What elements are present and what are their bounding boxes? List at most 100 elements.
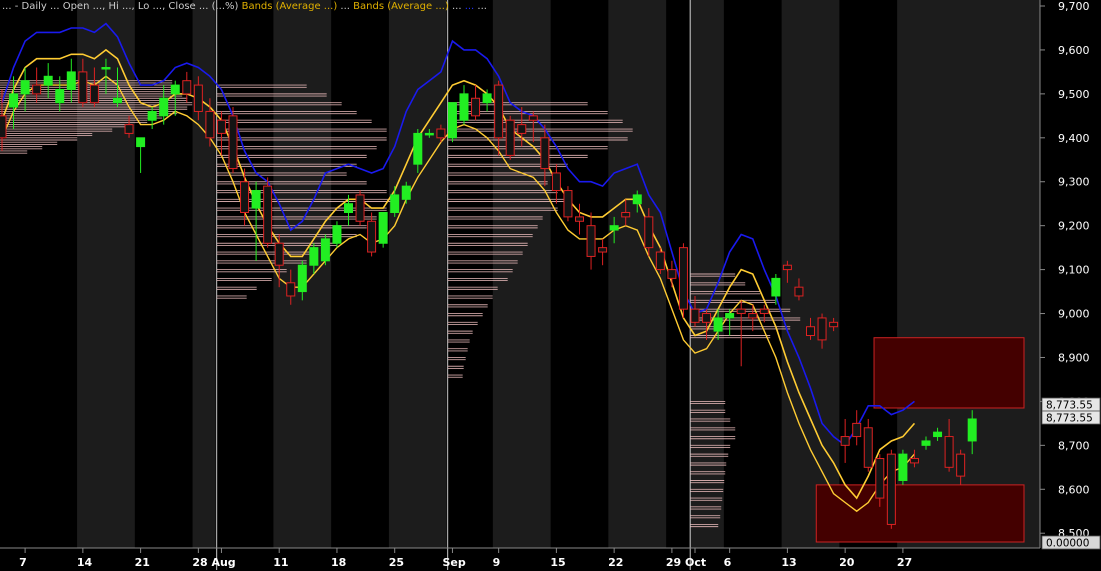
candle-body	[447, 102, 457, 139]
candle-body	[540, 137, 550, 170]
y-tick-label: 9,600	[1058, 44, 1090, 57]
candle-body	[909, 458, 919, 464]
candle-body	[309, 247, 319, 266]
x-tick-label: Oct	[685, 556, 706, 569]
x-tick-label: 18	[331, 556, 346, 569]
candle-body	[517, 124, 527, 134]
y-tick-label: 9,400	[1058, 132, 1090, 145]
x-tick-label: Aug	[211, 556, 235, 569]
candle-body	[113, 97, 122, 104]
candle-body	[101, 67, 111, 70]
candle-body	[193, 84, 203, 112]
candle-body	[806, 326, 815, 337]
candle-body	[124, 124, 134, 134]
candle-body	[367, 220, 377, 253]
candle-body	[967, 418, 977, 442]
price-chart[interactable]: 8,5008,6008,7008,8008,9009,0009,1009,200…	[0, 0, 1101, 571]
x-tick-label: Sep	[442, 556, 465, 569]
candle-body	[944, 436, 954, 468]
candle-body	[713, 317, 723, 332]
candle-body	[956, 453, 966, 477]
candle-body	[9, 93, 19, 108]
candle-body	[644, 216, 654, 249]
candle-body	[482, 93, 492, 104]
x-tick-label: 22	[608, 556, 623, 569]
candle-body	[575, 216, 584, 222]
x-tick-label: 15	[550, 556, 565, 569]
y-tick-label: 9,200	[1058, 220, 1090, 233]
highlight-box	[873, 337, 1025, 409]
candle-body	[216, 119, 226, 134]
candle-body	[263, 185, 273, 244]
header-segment: Bands (Average ...)	[353, 1, 452, 12]
candle-body	[667, 269, 677, 279]
candle-body	[759, 308, 769, 315]
candle-body	[274, 242, 284, 266]
y-tick-label: 9,700	[1058, 0, 1090, 13]
x-tick-label: 11	[273, 556, 288, 569]
candle-body	[89, 84, 99, 104]
candle-body	[136, 137, 146, 148]
candle-body	[852, 422, 862, 438]
header-segment: ... - Daily ... Open ..., Hi ..., Lo ...…	[2, 1, 242, 12]
candle-body	[494, 84, 504, 139]
price-label-text: 0.00000	[1046, 538, 1089, 550]
y-tick-label: 8,600	[1058, 483, 1090, 496]
candle-body	[748, 313, 758, 319]
candle-body	[78, 71, 88, 104]
candle-body	[586, 225, 596, 257]
candle-body	[690, 308, 700, 323]
candle-body	[66, 71, 76, 90]
x-tick-label: 21	[135, 556, 150, 569]
y-tick-label: 9,100	[1058, 264, 1090, 277]
x-tick-label: 6	[724, 556, 732, 569]
candle-body	[401, 185, 411, 200]
candle-body	[598, 247, 608, 253]
week-band	[781, 0, 840, 548]
candle-body	[678, 247, 688, 310]
candle-body	[332, 225, 342, 244]
candle-body	[875, 458, 885, 499]
candle-body	[829, 321, 839, 328]
candle-body	[551, 172, 561, 192]
candle-body	[736, 308, 746, 315]
candle-body	[170, 84, 180, 95]
candle-body	[0, 115, 7, 139]
candle-body	[251, 190, 261, 209]
y-tick-label: 8,700	[1058, 439, 1090, 452]
candle-body	[609, 225, 619, 231]
candle-body	[505, 119, 515, 156]
candle-body	[159, 97, 169, 117]
candle-body	[725, 313, 735, 319]
candle-body	[471, 97, 481, 117]
price-axis: 8,5008,6008,7008,8008,9009,0009,1009,200…	[1039, 0, 1101, 571]
candle-body	[228, 115, 238, 170]
x-tick-label: 28	[192, 556, 207, 569]
y-tick-label: 8,900	[1058, 351, 1090, 364]
candle-body	[921, 440, 931, 446]
highlight-box	[815, 484, 1025, 543]
candle-body	[32, 84, 42, 95]
candle-body	[320, 238, 330, 262]
candle-body	[20, 80, 30, 95]
candle-body	[240, 181, 250, 213]
candle-body	[771, 277, 781, 297]
candle-body	[286, 282, 296, 297]
candle-body	[933, 431, 943, 438]
header-segment: Bands (Average ...)	[242, 1, 341, 12]
candle-body	[782, 264, 792, 271]
candle-body	[424, 132, 434, 136]
candle-body	[886, 453, 896, 525]
candle-body	[205, 110, 215, 139]
y-tick-label: 9,300	[1058, 176, 1090, 189]
header-segment: ...	[452, 1, 465, 12]
candle-body	[147, 110, 157, 121]
header-segment: ...	[465, 1, 478, 12]
candle-body	[390, 194, 400, 213]
y-tick-label: 9,000	[1058, 308, 1090, 321]
candle-body	[655, 251, 665, 271]
candle-body	[863, 427, 873, 468]
x-tick-label: 9	[493, 556, 501, 569]
candle-body	[182, 80, 192, 95]
x-tick-label: 14	[77, 556, 93, 569]
